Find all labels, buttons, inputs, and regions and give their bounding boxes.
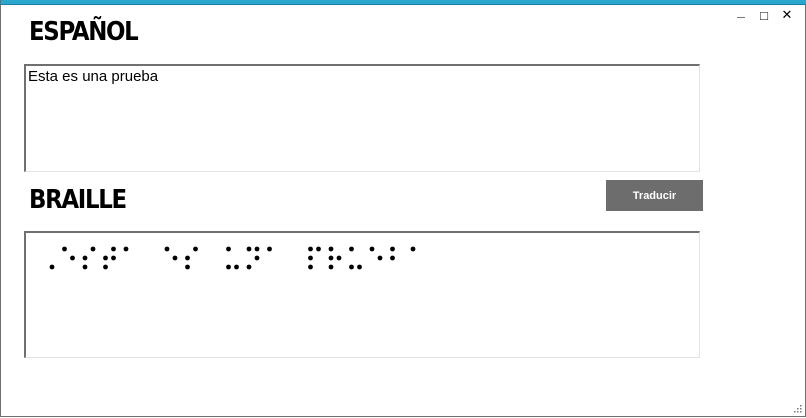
- braille-dot: [254, 255, 260, 261]
- translate-button[interactable]: Traducir: [606, 180, 703, 211]
- spanish-input-text: Esta es una prueba: [28, 68, 159, 85]
- braille-dot: [49, 264, 55, 270]
- braille-dot: [267, 246, 272, 252]
- braille-dot: [103, 264, 108, 270]
- braille-dot: [390, 255, 395, 261]
- braille-dot: [328, 264, 334, 270]
- braille-dot: [185, 255, 190, 261]
- braille-dot: [70, 255, 75, 261]
- minimize-button[interactable]: _: [730, 3, 752, 24]
- braille-dot: [172, 255, 178, 261]
- braille-dot: [308, 246, 313, 252]
- spanish-input[interactable]: Esta es una prueba: [24, 64, 700, 172]
- close-icon: ✕: [781, 7, 793, 22]
- braille-dot: [82, 264, 88, 270]
- braille-dot: [111, 246, 116, 252]
- braille-dot: [369, 246, 375, 252]
- braille-dot: [349, 246, 354, 252]
- braille-dot: [349, 264, 354, 270]
- braille-dot: [90, 246, 96, 252]
- braille-dot: [226, 264, 231, 270]
- braille-dot: [336, 255, 342, 261]
- spanish-heading: ESPAÑOL: [29, 17, 139, 47]
- braille-dots: [49, 246, 416, 270]
- braille-dot: [246, 246, 252, 252]
- braille-dot: [328, 255, 334, 261]
- braille-dot: [246, 264, 252, 270]
- braille-dot: [164, 246, 170, 252]
- braille-dot: [111, 255, 116, 261]
- braille-dot: [328, 246, 334, 252]
- braille-dot: [123, 246, 129, 252]
- braille-dot: [185, 264, 190, 270]
- minimize-icon: _: [737, 3, 745, 19]
- maximize-icon: □: [760, 7, 768, 23]
- close-button[interactable]: ✕: [776, 6, 798, 24]
- braille-dot: [254, 246, 260, 252]
- braille-dot: [62, 246, 67, 252]
- braille-dot: [193, 246, 198, 252]
- braille-output-text: ⠠⠑⠎⠞⠁ ⠑⠎ ⠥⠝⠁ ⠏⠗⠥⠑⠃⠁: [26, 233, 27, 234]
- app-window: _ □ ✕ ESPAÑOL Esta es una prueba BRAILLE…: [0, 0, 806, 417]
- braille-dot: [226, 246, 231, 252]
- braille-heading: BRAILLE: [29, 185, 127, 215]
- braille-dot: [82, 255, 88, 261]
- braille-dot: [390, 246, 395, 252]
- braille-dot: [410, 246, 416, 252]
- window-accent-line: [1, 4, 806, 5]
- braille-dot: [103, 255, 108, 261]
- braille-dot: [316, 246, 321, 252]
- resize-grip-icon[interactable]: [792, 403, 802, 413]
- braille-dot: [308, 264, 313, 270]
- braille-dot: [357, 264, 362, 270]
- braille-dot: [234, 264, 239, 270]
- braille-dot: [308, 255, 313, 261]
- braille-output[interactable]: ⠠⠑⠎⠞⠁ ⠑⠎ ⠥⠝⠁ ⠏⠗⠥⠑⠃⠁: [24, 231, 700, 358]
- braille-dot: [377, 255, 383, 261]
- maximize-button[interactable]: □: [753, 6, 775, 24]
